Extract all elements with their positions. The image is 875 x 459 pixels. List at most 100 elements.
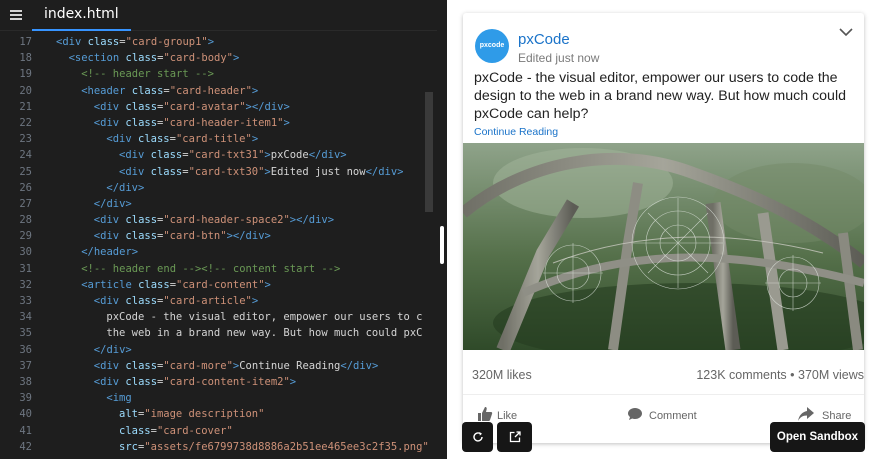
code-line[interactable]: 35 the web in a brand new way. But how mu… [0, 325, 437, 341]
card-article: pxCode - the visual editor, empower our … [474, 70, 846, 122]
line-number: 34 [19, 311, 32, 324]
resize-handle[interactable] [440, 226, 444, 264]
likes-count: 320M likes [472, 368, 532, 382]
line-source: the web in a brand new way. But how much… [106, 327, 423, 340]
line-source: class="card-cover" [119, 424, 233, 437]
card-divider [463, 394, 864, 395]
line-number: 17 [19, 36, 32, 48]
post-card: pxcode pxCode Edited just now pxCode - t… [463, 13, 864, 443]
line-source: <header class="card-header"> [81, 84, 259, 97]
line-source: <div class="card-avatar"></div> [93, 100, 290, 113]
line-number: 36 [19, 343, 32, 356]
code-line[interactable]: 34 pxCode - the visual editor, empower ou… [0, 309, 437, 325]
code-editor[interactable]: index.html 17 <div class="card-group1"> 18… [0, 0, 437, 459]
editor-tab-bar: index.html [0, 0, 437, 31]
code-line[interactable]: 27 </div> [0, 196, 437, 212]
line-source: </div> [93, 343, 132, 356]
line-number: 33 [19, 295, 32, 307]
line-number: 27 [19, 197, 32, 210]
engagement-stats: 320M likes 123K comments • 370M views [463, 368, 864, 386]
card-title: pxCode [518, 31, 570, 48]
code-line[interactable]: 20 <header class="card-header"> [0, 83, 437, 99]
line-source: <div class="card-header-item1"> [93, 116, 290, 129]
line-number: 25 [19, 165, 32, 178]
external-link-icon [509, 431, 521, 443]
comments-views-count: 123K comments • 370M views [696, 368, 864, 382]
comment-label: Comment [649, 410, 697, 422]
continue-reading-link[interactable]: Continue Reading [474, 126, 558, 138]
editor-scrollbar[interactable] [425, 92, 433, 212]
code-line[interactable]: 26 </div> [0, 180, 437, 196]
line-number: 20 [19, 84, 32, 97]
line-source: <!-- header end --><!-- content start --… [81, 262, 341, 275]
preview-pane: pxcode pxCode Edited just now pxCode - t… [447, 0, 875, 459]
line-number: 23 [19, 133, 32, 146]
hamburger-menu-icon[interactable] [10, 10, 22, 20]
line-number: 38 [19, 375, 32, 388]
file-tab[interactable]: index.html [32, 0, 131, 31]
code-line[interactable]: 25 <div class="card-txt30">Edited just no… [0, 164, 437, 180]
thumbs-up-icon [478, 407, 493, 421]
line-source: </div> [106, 181, 145, 194]
line-source: <div class="card-txt31">pxCode</div> [119, 149, 347, 162]
line-number: 31 [19, 262, 32, 275]
code-line[interactable]: 23 <div class="card-title"> [0, 131, 437, 147]
like-label: Like [497, 410, 518, 422]
code-line[interactable]: 29 <div class="card-btn"></div> [0, 228, 437, 244]
card-subtitle: Edited just now [518, 51, 600, 65]
code-line[interactable]: 37 <div class="card-more">Continue Readin… [0, 358, 437, 374]
avatar: pxcode [475, 29, 509, 63]
line-source: <div class="card-more">Continue Reading<… [93, 359, 379, 372]
code-line[interactable]: 30 </header> [0, 244, 437, 260]
refresh-icon [472, 432, 483, 442]
line-number: 39 [19, 392, 32, 405]
code-line[interactable]: 39 <img [0, 390, 437, 406]
code-line[interactable]: 42 src="assets/fe6799738d8886a2b51ee465ee… [0, 439, 437, 455]
code-lines[interactable]: 17 <div class="card-group1"> 18 <section cl… [0, 34, 437, 455]
code-line[interactable]: 17 <div class="card-group1"> [0, 34, 437, 50]
code-line[interactable]: 21 <div class="card-avatar"></div> [0, 99, 437, 115]
line-number: 35 [19, 327, 32, 340]
line-source: <div class="card-txt30">Edited just now<… [119, 165, 404, 178]
line-source: <img [106, 392, 132, 405]
line-number: 19 [19, 68, 32, 81]
refresh-button[interactable] [462, 422, 493, 452]
open-external-button[interactable] [497, 422, 532, 452]
line-source: <div class="card-article"> [93, 295, 259, 307]
line-source: </header> [81, 246, 139, 259]
code-line[interactable]: 22 <div class="card-header-item1"> [0, 115, 437, 131]
line-source: <div class="card-group1"> [56, 36, 215, 48]
share-icon [798, 407, 814, 421]
line-number: 21 [19, 100, 32, 113]
line-number: 29 [19, 230, 32, 243]
code-line[interactable]: 28 <div class="card-header-space2"></div> [0, 212, 437, 228]
pane-divider [437, 0, 447, 459]
code-line[interactable]: 41 class="card-cover" [0, 423, 437, 439]
line-source: pxCode - the visual editor, empower our … [106, 311, 423, 324]
line-number: 18 [19, 52, 32, 65]
code-line[interactable]: 24 <div class="card-txt31">pxCode</div> [0, 147, 437, 163]
line-source: <div class="card-header-space2"></div> [93, 214, 335, 227]
code-line[interactable]: 18 <section class="card-body"> [0, 50, 437, 66]
code-line[interactable]: 19 <!-- header start --> [0, 66, 437, 82]
code-line[interactable]: 32 <article class="card-content"> [0, 277, 437, 293]
line-source: <section class="card-body"> [68, 52, 240, 65]
line-source: <article class="card-content"> [81, 278, 271, 291]
line-source: </div> [93, 197, 132, 210]
open-sandbox-button[interactable]: Open Sandbox [770, 422, 865, 452]
code-line[interactable]: 33 <div class="card-article"> [0, 293, 437, 309]
code-line[interactable]: 36 </div> [0, 342, 437, 358]
line-source: <!-- header start --> [81, 68, 214, 81]
line-number: 24 [19, 149, 32, 162]
card-cover-image [463, 143, 864, 350]
code-line[interactable]: 40 alt="image description" [0, 406, 437, 422]
chevron-down-icon[interactable] [838, 24, 854, 40]
code-line[interactable]: 38 <div class="card-content-item2"> [0, 374, 437, 390]
line-number: 30 [19, 246, 32, 259]
line-source: src="assets/fe6799738d8886a2b51ee465ee3c… [119, 440, 429, 453]
line-source: <div class="card-content-item2"> [93, 375, 297, 388]
line-number: 26 [19, 181, 32, 194]
code-line[interactable]: 31 <!-- header end --><!-- content start … [0, 261, 437, 277]
line-number: 41 [19, 424, 32, 437]
share-label: Share [822, 410, 852, 422]
